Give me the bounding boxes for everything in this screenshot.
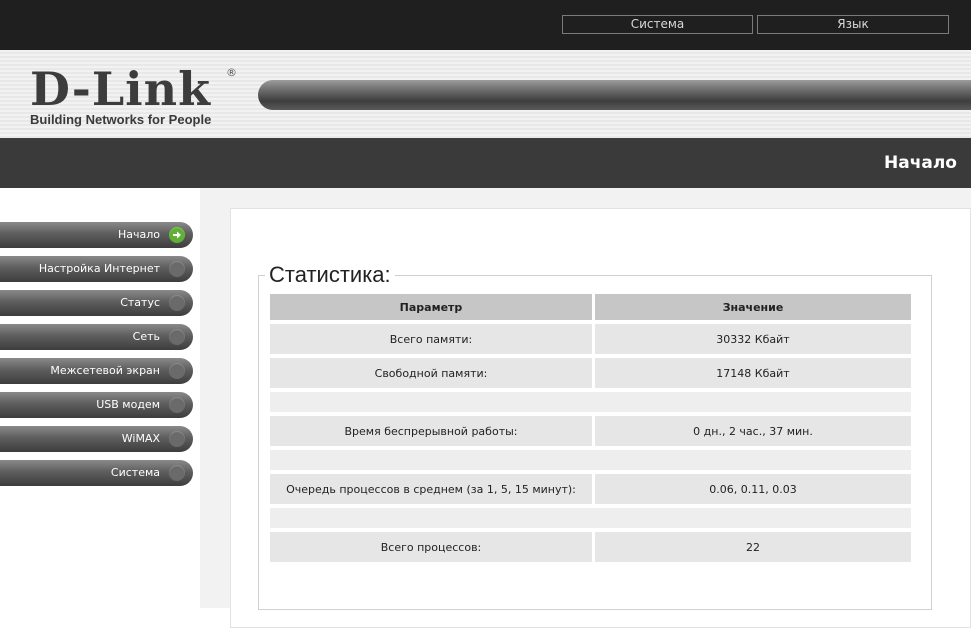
logo-tagline: Building Networks for People (30, 112, 212, 127)
table-header-row: Параметр Значение (270, 294, 911, 320)
header-swoosh-decoration (258, 80, 971, 110)
sidebar-item-label: Система (110, 466, 160, 479)
language-menu-button[interactable]: Язык (757, 15, 949, 34)
table-row: Время беспрерывной работы: 0 дн., 2 час.… (270, 416, 911, 446)
logo-brand: D-Link (30, 62, 211, 116)
row-value: 0 дн., 2 час., 37 мин. (595, 416, 911, 446)
table-row: Всего процессов: 22 (270, 532, 911, 562)
row-parameter: Свободной памяти: (270, 358, 595, 388)
table-spacer-row (270, 392, 911, 412)
top-bar: Система Язык (0, 0, 971, 50)
table-row: Всего памяти: 30332 Кбайт (270, 324, 911, 354)
table-spacer-row (270, 508, 911, 528)
sidebar-item-status[interactable]: Статус (0, 290, 193, 316)
arrow-right-icon (169, 465, 185, 481)
arrow-right-icon (169, 363, 185, 379)
sidebar-item-label: Сеть (132, 330, 160, 343)
table-row: Свободной памяти: 17148 Кбайт (270, 358, 911, 388)
sidebar-item-wimax[interactable]: WiMAX (0, 426, 193, 452)
title-bar: Начало (0, 138, 971, 188)
sidebar-item-label: Начало (117, 228, 160, 241)
row-value (595, 508, 911, 528)
sidebar-item-firewall[interactable]: Межсетевой экран (0, 358, 193, 384)
sidebar-item-system[interactable]: Система (0, 460, 193, 486)
column-header-value: Значение (595, 294, 911, 320)
row-value (595, 450, 911, 470)
sidebar-item-usb-modem[interactable]: USB модем (0, 392, 193, 418)
arrow-right-icon (169, 431, 185, 447)
table-row: Очередь процессов в среднем (за 1, 5, 15… (270, 474, 911, 504)
row-value (595, 392, 911, 412)
row-parameter: Всего процессов: (270, 532, 595, 562)
arrow-right-icon (169, 261, 185, 277)
statistics-table: Параметр Значение Всего памяти: 30332 Кб… (270, 290, 911, 566)
arrow-right-icon (169, 397, 185, 413)
sidebar-item-network[interactable]: Сеть (0, 324, 193, 350)
sidebar-item-label: USB модем (96, 398, 160, 411)
row-parameter: Всего памяти: (270, 324, 595, 354)
sidebar-item-label: WiMAX (121, 432, 160, 445)
sidebar-item-home[interactable]: Начало (0, 222, 193, 248)
page-title: Начало (884, 153, 957, 173)
sidebar-item-internet-setup[interactable]: Настройка Интернет (0, 256, 193, 282)
row-parameter: Очередь процессов в среднем (за 1, 5, 15… (270, 474, 595, 504)
logo-registered-mark: ® (226, 66, 237, 79)
column-header-parameter: Параметр (270, 294, 595, 320)
sidebar-menu: Начало Настройка Интернет Статус Сеть Ме… (0, 222, 200, 494)
arrow-right-icon (169, 227, 185, 243)
row-value: 30332 Кбайт (595, 324, 911, 354)
row-value: 17148 Кбайт (595, 358, 911, 388)
system-menu-button[interactable]: Система (562, 15, 753, 34)
arrow-right-icon (169, 329, 185, 345)
table-spacer-row (270, 450, 911, 470)
sidebar-item-label: Межсетевой экран (50, 364, 160, 377)
row-parameter (270, 392, 595, 412)
row-parameter (270, 508, 595, 528)
row-value: 22 (595, 532, 911, 562)
row-parameter: Время беспрерывной работы: (270, 416, 595, 446)
sidebar-item-label: Статус (120, 296, 160, 309)
statistics-legend: Статистика: (269, 262, 391, 287)
row-parameter (270, 450, 595, 470)
row-value: 0.06, 0.11, 0.03 (595, 474, 911, 504)
arrow-right-icon (169, 295, 185, 311)
header-band: D-Link ® Building Networks for People (0, 50, 971, 138)
dlink-logo[interactable]: D-Link ® Building Networks for People (30, 62, 240, 127)
sidebar-item-label: Настройка Интернет (38, 262, 160, 275)
